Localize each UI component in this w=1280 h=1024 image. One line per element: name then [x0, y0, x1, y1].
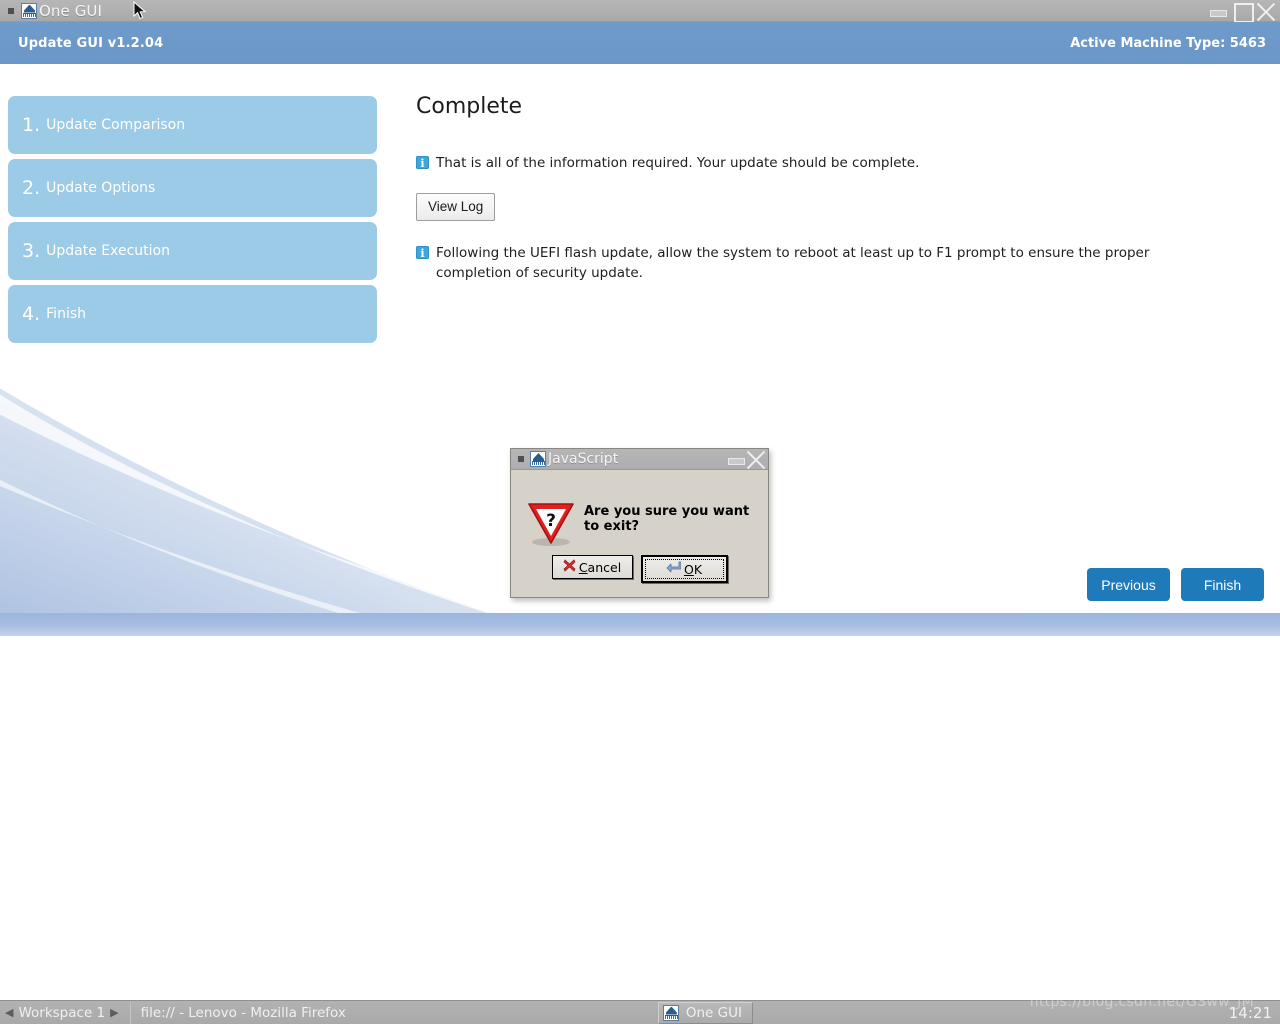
taskbar-item-one-gui-label: One GUI — [685, 1004, 742, 1021]
step-label: Update Comparison — [46, 117, 186, 133]
close-icon[interactable] — [1256, 1, 1276, 21]
active-machine-type: Active Machine Type: 5463 — [1070, 35, 1266, 51]
window-controls — [1208, 0, 1276, 23]
workspace-next-icon[interactable]: ▶ — [105, 1006, 123, 1019]
java-app-icon — [21, 2, 37, 19]
javascript-confirm-dialog: JavaScript ? Are you sure you want to ex… — [510, 448, 769, 598]
warning-question-triangle-icon: ? — [525, 499, 577, 547]
minimize-icon[interactable] — [726, 449, 746, 469]
java-app-icon — [662, 1004, 679, 1021]
main-content-panel: Complete That is all of the information … — [416, 94, 1246, 283]
wizard-steps-sidebar: 1. Update Comparison 2. Update Options 3… — [8, 96, 377, 348]
info-icon — [416, 154, 429, 174]
java-app-icon — [530, 451, 546, 467]
cancel-rest: ancel — [587, 559, 622, 575]
finish-button[interactable]: Finish — [1181, 568, 1264, 601]
info-message-1: That is all of the information required.… — [416, 153, 1246, 174]
dialog-message: Are you sure you want to exit? — [584, 504, 750, 534]
workspace-label: Workspace 1 — [18, 1004, 106, 1021]
red-x-icon — [563, 559, 576, 575]
taskbar-clock: 14:21 — [1228, 1003, 1272, 1022]
workspace-prev-icon[interactable]: ◀ — [0, 1006, 18, 1019]
step-label: Update Options — [46, 180, 156, 196]
dialog-title: JavaScript — [548, 451, 619, 467]
maximize-icon[interactable] — [1232, 1, 1254, 23]
close-icon[interactable] — [746, 449, 766, 469]
workspace-switcher[interactable]: ◀ Workspace 1 ▶ — [0, 1001, 124, 1024]
app-header: Update GUI v1.2.04 Active Machine Type: … — [0, 22, 1280, 64]
taskbar-item-firefox-label: file:// - Lenovo - Mozilla Firefox — [140, 1004, 346, 1021]
taskbar-divider — [129, 1001, 131, 1024]
window-menu-icon[interactable] — [8, 7, 14, 14]
window-title: One GUI — [39, 1, 103, 20]
minimize-icon[interactable] — [1208, 1, 1228, 21]
application-window: One GUI Update GUI v1.2.04 Active Machin… — [0, 0, 1280, 1000]
sidebar-item-update-execution[interactable]: 3. Update Execution — [8, 222, 377, 280]
window-titlebar: One GUI — [0, 0, 1280, 23]
step-number: 2. — [22, 177, 41, 199]
ok-rest: K — [693, 561, 703, 577]
step-label: Finish — [46, 306, 86, 322]
step-number: 3. — [22, 240, 41, 262]
step-number: 4. — [22, 303, 41, 325]
taskbar-item-one-gui[interactable]: One GUI — [657, 1001, 753, 1024]
cancel-button-label: Cancel — [578, 559, 622, 575]
dialog-menu-icon[interactable] — [518, 456, 524, 462]
dialog-titlebar: JavaScript — [511, 449, 768, 470]
svg-text:?: ? — [546, 511, 556, 531]
desktop-taskbar: ◀ Workspace 1 ▶ file:// - Lenovo - Mozil… — [0, 1000, 1280, 1024]
wizard-nav-buttons: Previous Finish — [1087, 568, 1264, 601]
app-version-label: Update GUI v1.2.04 — [18, 35, 164, 51]
sidebar-item-update-comparison[interactable]: 1. Update Comparison — [8, 96, 377, 154]
info-icon — [416, 244, 429, 264]
enter-arrow-icon — [666, 561, 682, 577]
ok-button[interactable]: OK — [640, 555, 728, 583]
view-log-button[interactable]: View Log — [416, 193, 496, 221]
step-number: 1. — [22, 114, 41, 136]
app-footer-bar — [0, 613, 1280, 636]
info-message-2-text: Following the UEFI flash update, allow t… — [436, 245, 1150, 281]
sidebar-item-finish[interactable]: 4. Finish — [8, 285, 377, 343]
taskbar-item-firefox[interactable]: file:// - Lenovo - Mozilla Firefox — [137, 1002, 356, 1024]
info-message-1-text: That is all of the information required.… — [436, 155, 920, 171]
previous-button[interactable]: Previous — [1087, 568, 1170, 601]
sidebar-item-update-options[interactable]: 2. Update Options — [8, 159, 377, 217]
dialog-body: ? Are you sure you want to exit? Cancel — [511, 470, 768, 599]
info-message-2: Following the UEFI flash update, allow t… — [416, 243, 1216, 283]
dialog-buttons: Cancel OK — [511, 555, 768, 583]
cancel-button[interactable]: Cancel — [551, 555, 633, 579]
dialog-controls — [726, 449, 766, 469]
step-label: Update Execution — [46, 243, 170, 259]
ok-button-label: OK — [683, 561, 703, 577]
page-title: Complete — [416, 94, 523, 119]
